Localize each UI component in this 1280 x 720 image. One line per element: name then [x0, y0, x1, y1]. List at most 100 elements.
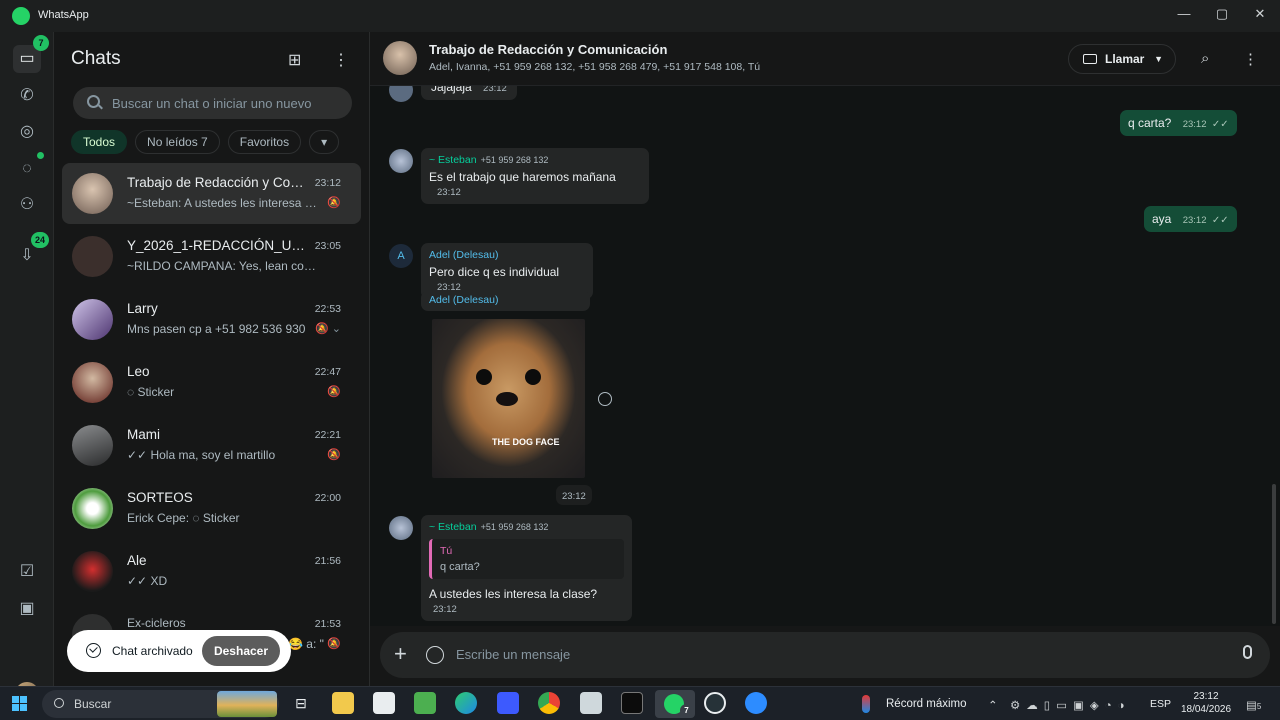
calls-nav-icon[interactable]: ✆ [13, 82, 41, 110]
close-button[interactable]: ✕ [1241, 0, 1279, 32]
minimize-button[interactable]: — [1165, 0, 1203, 32]
search-icon [54, 698, 64, 708]
attach-plus-icon[interactable]: + [394, 642, 407, 666]
sticker-sender-label: Adel (Delesau) [421, 291, 590, 311]
filter-more-dropdown[interactable]: ▾ [309, 130, 340, 154]
undo-button[interactable]: Deshacer [202, 636, 280, 666]
chat-preview: ✓✓ Hola ma, soy el martillo [127, 448, 276, 462]
react-emoji-icon[interactable] [598, 392, 612, 406]
group-title[interactable]: Trabajo de Redacción y Comunicación [429, 42, 667, 57]
zoom-icon[interactable] [745, 692, 767, 714]
edge-icon[interactable] [455, 692, 477, 714]
microphone-icon[interactable] [1243, 645, 1252, 659]
chat-row[interactable]: Leo 22:47 ◌ Sticker 🔕 [62, 352, 361, 413]
quoted-sender: Tú [440, 545, 453, 557]
sticker-eye [525, 369, 541, 385]
chevron-down-icon[interactable]: ▼ [1154, 45, 1163, 73]
chat-name: Trabajo de Redacción y Com... [127, 175, 307, 190]
sender-name[interactable]: Adel (Delesau) [429, 249, 585, 261]
chat-avatar [72, 362, 113, 403]
chrome-icon[interactable] [538, 692, 560, 714]
messages-area: Jajajaja 23:12 q carta? 23:12 ✓✓ ~ Esteb… [370, 86, 1280, 626]
conversation-header[interactable]: Trabajo de Redacción y Comunicación Adel… [370, 32, 1280, 86]
filter-chips: Todos No leídos 7 Favoritos ▾ [71, 130, 340, 154]
communities-nav-icon[interactable]: ⚇ [13, 191, 41, 219]
chat-name: SORTEOS [127, 490, 193, 505]
media-nav-icon[interactable]: ▣ [13, 595, 41, 623]
message-time: 23:12 [1182, 215, 1207, 226]
muted-bell-icon: 🔕 [327, 449, 341, 461]
message-bubble: ~ Esteban +51 959 268 132 Es el trabajo q… [421, 148, 649, 204]
chat-row[interactable]: Mami 22:21 ✓✓ Hola ma, soy el martillo 🔕 [62, 415, 361, 476]
chat-time: 22:00 [314, 492, 341, 504]
chat-row[interactable]: Larry 22:53 Mns pasen cp a +51 982 536 9… [62, 289, 361, 350]
obs-icon[interactable] [704, 692, 726, 714]
search-icon[interactable]: ⌕ [1201, 50, 1209, 67]
chat-list-panel: Chats ⊞ ⋮ Buscar un chat o iniciar uno n… [54, 32, 422, 686]
tray-chevron-icon[interactable]: ⌃ [988, 698, 998, 712]
tray-icons[interactable]: ⚙☁▯▭▣◈◔◑ [1010, 698, 1131, 712]
maximize-button[interactable]: ▢ [1203, 0, 1241, 32]
clock[interactable]: 23:12 18/04/2026 [1170, 690, 1242, 716]
sender-name[interactable]: ~ Esteban +51 959 268 132 [429, 154, 641, 166]
minecraft-icon[interactable] [414, 692, 436, 714]
app-icon[interactable] [497, 692, 519, 714]
notepad-icon[interactable] [580, 692, 602, 714]
read-ticks-icon: ✓✓ [1211, 215, 1229, 226]
menu-kebab-icon[interactable]: ⋮ [333, 50, 349, 70]
chat-name: Mami [127, 427, 160, 442]
chat-preview: Mns pasen cp a +51 982 536 930 [127, 322, 306, 336]
message-input[interactable]: Escribe un mensaje [456, 647, 570, 662]
message-time: 23:12 [437, 187, 461, 198]
chat-preview: ◌ Sticker [127, 385, 175, 399]
whatsapp-taskbar-button[interactable]: 7 [655, 690, 695, 718]
file-explorer-icon[interactable] [332, 692, 354, 714]
messages-scrollbar[interactable] [1272, 484, 1276, 624]
message-text: A ustedes les interesa la clase? [429, 587, 598, 601]
chat-row[interactable]: SORTEOS 22:00 Erick Cepe: ◌ Sticker [62, 478, 361, 539]
language-indicator[interactable]: ESP [1150, 698, 1171, 710]
filter-favorites[interactable]: Favoritos [227, 130, 302, 154]
clock-date: 18/04/2026 [1180, 704, 1232, 715]
filter-unread[interactable]: No leídos 7 [135, 130, 220, 154]
notifications-icon[interactable]: ▤5 [1246, 698, 1261, 712]
message-text: Pero dice q es individual [429, 265, 560, 279]
sender-name[interactable]: Adel (Delesau) [429, 294, 582, 306]
weather-text[interactable]: Récord máximo [886, 698, 967, 710]
store-icon[interactable] [373, 692, 395, 714]
message-text: aya [1152, 212, 1172, 226]
chat-row[interactable]: Ale 21:56 ✓✓ XD [62, 541, 361, 602]
terminal-icon[interactable] [621, 692, 643, 714]
chat-row[interactable]: Y_2026_1-REDACCIÓN_UNI_... 23:05 ~RILDO … [62, 226, 361, 287]
chats-nav-icon[interactable]: ▭ 7 [13, 35, 49, 73]
status-nav-icon[interactable]: ◎ [13, 118, 41, 146]
title-bar: WhatsApp — ▢ ✕ [0, 0, 1280, 32]
search-icon [87, 95, 100, 108]
call-label: Llamar [1105, 52, 1145, 66]
read-ticks-icon: ✓✓ [1211, 119, 1229, 130]
chat-preview: ~Esteban: A ustedes les interesa la... [127, 196, 317, 210]
filter-all[interactable]: Todos [71, 130, 128, 154]
new-chat-icon[interactable]: ⊞ [288, 50, 301, 70]
sender-phone: +51 959 268 132 [480, 155, 549, 165]
archived-nav-icon[interactable]: ⇩ 24 [13, 232, 49, 270]
archived-badge: 24 [30, 232, 49, 248]
quoted-message[interactable]: Tú q carta? [429, 539, 624, 579]
emoji-sticker-icon[interactable] [426, 646, 444, 664]
dog-sticker-image[interactable]: THE DOG FACE [432, 319, 585, 478]
search-input[interactable]: Buscar un chat o iniciar uno nuevo [73, 87, 352, 119]
call-button[interactable]: Llamar ▼ [1068, 44, 1176, 74]
starred-nav-icon[interactable]: ☑ [13, 558, 41, 586]
chat-time: 22:53 [314, 303, 341, 315]
windows-start-icon[interactable] [12, 696, 27, 711]
task-view-icon[interactable]: ⊟ [290, 692, 312, 714]
channels-nav-icon[interactable]: ◌ [13, 152, 44, 183]
whatsapp-logo-icon [12, 7, 30, 25]
chat-row[interactable]: Trabajo de Redacción y Com... 23:12 ~Est… [62, 163, 361, 224]
menu-kebab-icon[interactable]: ⋮ [1243, 50, 1258, 68]
group-avatar[interactable] [383, 41, 417, 75]
sender-name[interactable]: ~ Esteban +51 959 268 132 [429, 521, 624, 533]
sticker-time-pill: 23:12 [556, 485, 592, 505]
search-highlight-image [217, 691, 277, 717]
channels-dot [37, 152, 44, 159]
